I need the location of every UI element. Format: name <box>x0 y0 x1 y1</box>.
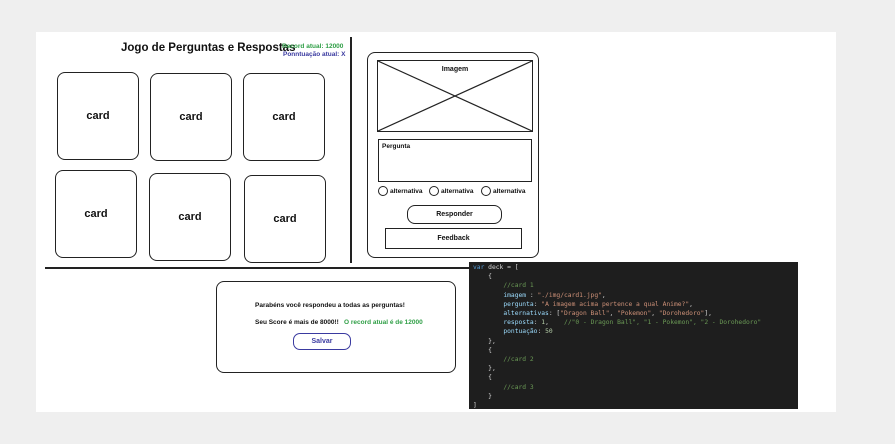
result-record: O record atual é de 12000 <box>344 319 423 326</box>
feedback-box: Feedback <box>385 228 522 249</box>
code-line: var deck = [ <box>473 264 519 271</box>
code-line: imagem : "./img/card1.jpg", <box>503 291 606 299</box>
image-label: Imagem <box>441 66 469 73</box>
code-line: //card 2 <box>503 356 534 364</box>
code-line: { <box>473 273 492 281</box>
code-line: pergunta: "A imagem acima pertence a qua… <box>503 300 693 308</box>
radio-icon[interactable] <box>481 186 491 196</box>
card-6[interactable]: card <box>244 175 326 263</box>
question-box: Pergunta <box>378 139 532 182</box>
card-5[interactable]: card <box>149 173 231 261</box>
record-label: Record atual: 12000 <box>282 43 344 50</box>
radio-icon[interactable] <box>378 186 388 196</box>
result-score: Seu Score é mais de 8000!! <box>255 319 339 326</box>
code-line: resposta: 1, //"0 - Dragon Ball", "1 - P… <box>503 319 762 327</box>
code-line: { <box>473 346 492 354</box>
alternative-option-3[interactable]: alternativa <box>481 186 526 196</box>
save-button[interactable]: Salvar <box>293 333 351 350</box>
page-title: Jogo de Perguntas e Respostas <box>121 42 296 54</box>
card-4[interactable]: card <box>55 170 137 258</box>
card-2[interactable]: card <box>150 73 232 161</box>
code-line: { <box>473 374 492 382</box>
answer-button[interactable]: Responder <box>407 205 502 224</box>
card-1[interactable]: card <box>57 72 139 160</box>
radio-icon[interactable] <box>429 186 439 196</box>
vertical-divider <box>350 37 352 263</box>
code-line: alternativas: ["Dragon Ball", "Pokemon",… <box>503 310 712 318</box>
alternative-label: alternativa <box>493 187 526 195</box>
code-line: pontuação: 50 <box>503 328 553 336</box>
code-line: //card 1 <box>503 282 534 290</box>
code-line: } <box>473 392 492 400</box>
alternative-option-1[interactable]: alternativa <box>378 186 423 196</box>
alternative-label: alternativa <box>390 187 423 195</box>
code-block: var deck = [ { //card 1 imagem : "./img/… <box>469 262 798 409</box>
score-label: Ponntuação atual: X <box>283 51 346 58</box>
code-line: //card 3 <box>503 383 534 391</box>
question-label: Pergunta <box>382 143 411 150</box>
code-line: ] <box>473 402 477 409</box>
result-message: Parabéns você respondeu a todas as pergu… <box>255 302 405 309</box>
result-dialog <box>216 281 456 373</box>
card-3[interactable]: card <box>243 73 325 161</box>
alternative-label: alternativa <box>441 187 474 195</box>
code-line: }, <box>473 365 496 373</box>
horizontal-divider <box>45 267 469 269</box>
image-placeholder: Imagem <box>377 60 533 132</box>
alternative-option-2[interactable]: alternativa <box>429 186 474 196</box>
code-editor: var deck = [ { //card 1 imagem : "./img/… <box>469 262 798 409</box>
code-line: }, <box>473 337 496 345</box>
